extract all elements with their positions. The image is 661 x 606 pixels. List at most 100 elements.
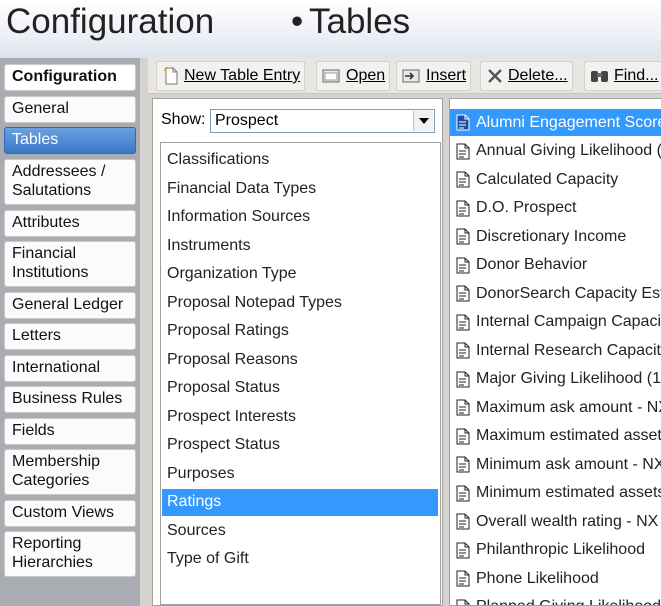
sidebar-item-general-ledger[interactable]: General Ledger: [4, 292, 136, 319]
delete-button[interactable]: Delete...: [480, 61, 573, 91]
sidebar-item-attributes[interactable]: Attributes: [4, 210, 136, 237]
insert-button[interactable]: Insert: [396, 61, 472, 91]
list-item[interactable]: Classifications: [162, 147, 438, 174]
open-button[interactable]: Open: [316, 61, 391, 91]
document-icon: [456, 456, 470, 473]
sidebar-item-custom-views[interactable]: Custom Views: [4, 500, 136, 527]
sidebar-item-addressees-salutations[interactable]: Addressees / Salutations: [4, 159, 136, 205]
sidebar-item-general[interactable]: General: [4, 96, 136, 123]
entry-label: DonorSearch Capacity Est: [476, 284, 661, 302]
entry-row[interactable]: Overall wealth rating - NX: [450, 508, 661, 535]
sidebar-heading-configuration[interactable]: Configuration: [4, 64, 136, 91]
document-icon: [456, 257, 470, 274]
document-icon: [456, 314, 470, 331]
list-item[interactable]: Information Sources: [162, 204, 438, 231]
entry-label: Internal Research Capacit: [476, 341, 661, 359]
entry-label: Maximum estimated asset: [476, 427, 661, 444]
insert-label: Insert: [426, 67, 467, 84]
entry-row[interactable]: Major Giving Likelihood (1,: [450, 366, 661, 393]
find-label: Find...: [614, 67, 659, 84]
document-icon: [456, 285, 470, 302]
sidebar-item-membership-categories[interactable]: Membership Categories: [4, 449, 136, 495]
entry-row[interactable]: Internal Research Capacit: [450, 337, 661, 364]
entry-row[interactable]: Maximum ask amount - NX: [450, 394, 661, 421]
entry-row[interactable]: Planned Giving Likelihood: [450, 594, 661, 605]
toolbar: New Table Entry Open Insert Delete... Fi…: [148, 58, 661, 94]
dropdown-arrow-icon[interactable]: [413, 111, 433, 131]
entry-row[interactable]: D.O. Prospect: [450, 195, 661, 222]
sidebar-item-financial-institutions[interactable]: Financial Institutions: [4, 241, 136, 287]
entry-row-selected[interactable]: Alumni Engagement Score: [450, 109, 661, 136]
document-icon: [456, 542, 470, 559]
list-item[interactable]: Prospect Status: [162, 432, 438, 459]
entry-row[interactable]: Phone Likelihood: [450, 565, 661, 592]
tables-list[interactable]: Classifications Financial Data Types Inf…: [160, 142, 441, 605]
open-icon: [322, 69, 340, 83]
sidebar-item-reporting-hierarchies[interactable]: Reporting Hierarchies: [4, 531, 136, 577]
entry-label: Minimum ask amount - NXT: [476, 455, 661, 473]
document-icon: [456, 513, 470, 530]
entry-label: Phone Likelihood: [476, 569, 599, 587]
list-item[interactable]: Proposal Reasons: [162, 347, 438, 374]
entry-row[interactable]: Annual Giving Likelihood (1: [450, 138, 661, 165]
list-item[interactable]: Type of Gift: [162, 546, 438, 573]
entry-label: Donor Behavior: [476, 256, 588, 273]
entry-row[interactable]: Discretionary Income: [450, 223, 661, 250]
entry-label: Planned Giving Likelihood: [476, 598, 661, 605]
list-item[interactable]: Prospect Interests: [162, 404, 438, 431]
entry-label: Discretionary Income: [476, 227, 627, 245]
entry-row[interactable]: Internal Campaign Capaci: [450, 309, 661, 336]
entry-row[interactable]: Donor Behavior: [450, 252, 661, 279]
show-dropdown[interactable]: Prospect: [210, 109, 435, 133]
entry-label: D.O. Prospect: [476, 199, 577, 216]
document-icon: [456, 428, 470, 445]
open-label: Open: [346, 67, 386, 84]
delete-label: Delete...: [508, 67, 568, 84]
document-icon: [456, 171, 470, 188]
document-icon: [456, 399, 470, 416]
entry-row[interactable]: Philanthropic Likelihood: [450, 537, 661, 564]
entry-label: Overall wealth rating - NX: [476, 512, 659, 530]
list-item[interactable]: Proposal Status: [162, 375, 438, 402]
entry-row[interactable]: DonorSearch Capacity Est: [450, 280, 661, 307]
list-item-selected[interactable]: Ratings: [162, 489, 438, 516]
new-document-icon: [163, 67, 178, 85]
page-title: Configuration: [6, 2, 215, 41]
document-icon: [456, 371, 470, 388]
entry-row[interactable]: Minimum ask amount - NXT: [450, 451, 661, 478]
document-icon: [456, 228, 470, 245]
list-item[interactable]: Organization Type: [162, 261, 438, 288]
sidebar-item-business-rules[interactable]: Business Rules: [4, 386, 136, 413]
find-button[interactable]: Find...: [584, 61, 661, 91]
document-icon: [456, 342, 470, 359]
list-item[interactable]: Purposes: [162, 461, 438, 488]
entry-row[interactable]: Calculated Capacity: [450, 166, 661, 193]
sidebar-item-tables[interactable]: Tables: [4, 127, 136, 154]
entry-label: Maximum ask amount - NX: [476, 398, 661, 416]
entry-label: Annual Giving Likelihood (1: [476, 142, 661, 159]
list-item[interactable]: Proposal Ratings: [162, 318, 438, 345]
insert-icon: [402, 69, 420, 83]
sidebar-item-letters[interactable]: Letters: [4, 323, 136, 350]
show-label: Show:: [161, 111, 206, 128]
entry-row[interactable]: Minimum estimated assets: [450, 480, 661, 507]
binoculars-icon: [591, 71, 608, 82]
document-icon: [456, 143, 470, 160]
document-icon: [456, 485, 470, 502]
list-item[interactable]: Proposal Notepad Types: [162, 290, 438, 317]
new-table-entry-button[interactable]: New Table Entry: [156, 61, 306, 91]
page-header: Configuration • Tables: [0, 0, 661, 58]
sidebar-item-fields[interactable]: Fields: [4, 418, 136, 445]
entries-list[interactable]: Alumni Engagement Score Annual Giving Lik…: [449, 98, 661, 606]
list-item[interactable]: Financial Data Types: [162, 176, 438, 203]
document-icon: [456, 200, 470, 217]
list-item[interactable]: Sources: [162, 518, 438, 545]
list-item[interactable]: Instruments: [162, 233, 438, 260]
entry-label: Alumni Engagement Score: [476, 113, 661, 131]
tables-panel: Show: Prospect Classifications Financial…: [152, 98, 443, 606]
title-separator: •: [291, 2, 304, 41]
entry-label: Internal Campaign Capaci: [476, 313, 661, 330]
entry-row[interactable]: Maximum estimated asset: [450, 423, 661, 450]
document-icon: [456, 599, 470, 605]
sidebar-item-international[interactable]: International: [4, 355, 136, 382]
